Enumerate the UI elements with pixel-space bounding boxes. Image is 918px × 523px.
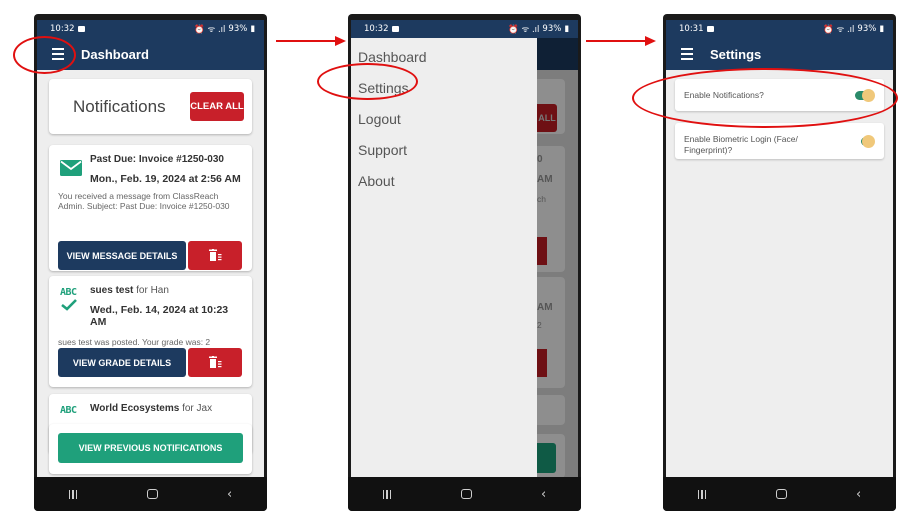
highlight-ellipse-menu <box>13 36 76 74</box>
highlight-ellipse-settings <box>317 63 418 100</box>
tutorial-canvas: 10:32 ⏰ ᯤ .ıl 93% ▮ Dashboard Notification… <box>0 0 918 523</box>
arrow-right-icon <box>586 36 656 46</box>
arrow-right-icon <box>276 36 346 46</box>
highlight-ellipse-enable-notifications <box>632 68 898 128</box>
